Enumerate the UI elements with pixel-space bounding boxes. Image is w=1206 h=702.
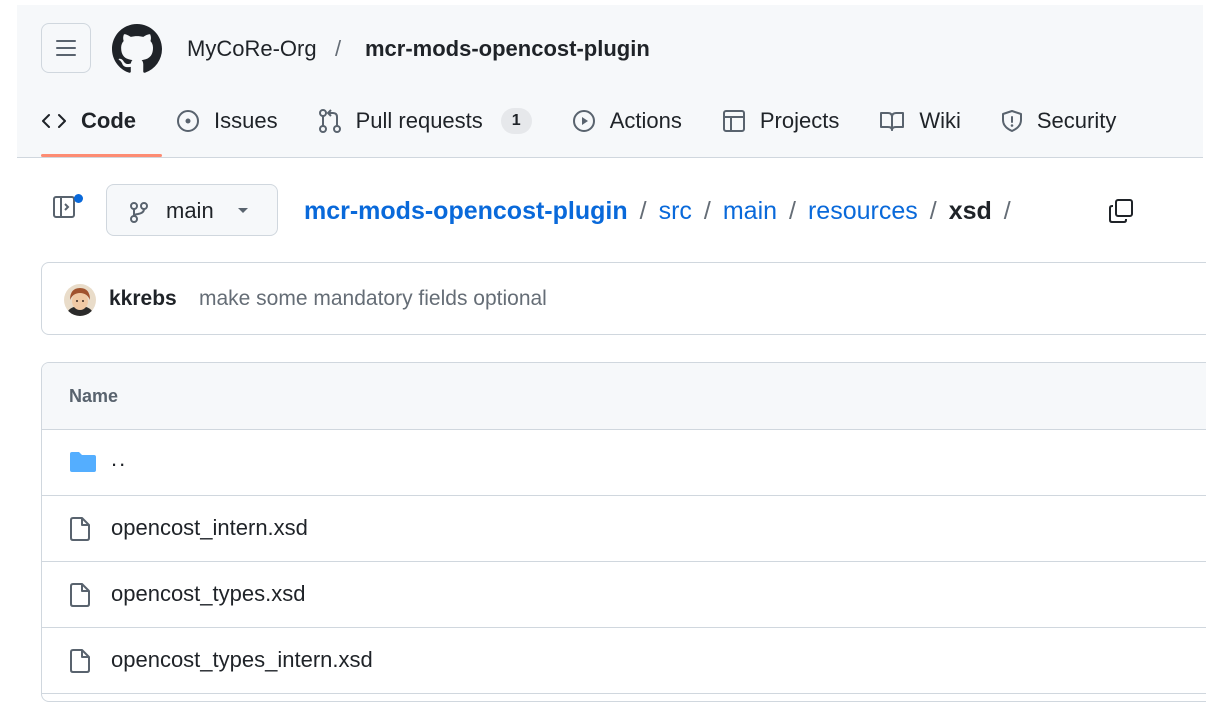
tab-actions-label: Actions: [609, 108, 682, 133]
file-name-link[interactable]: opencost_types.xsd: [111, 581, 305, 607]
table-row[interactable]: opencost_types_intern.xsd: [42, 628, 1206, 694]
code-icon: [42, 114, 66, 128]
path-separator: /: [703, 197, 711, 225]
tab-code[interactable]: Code: [41, 108, 136, 134]
tab-security[interactable]: Security: [1001, 108, 1116, 134]
tab-pull-requests-label: Pull requests: [355, 108, 483, 133]
path-segment-src[interactable]: src: [659, 197, 692, 225]
branch-selector-button[interactable]: main: [106, 184, 278, 236]
shield-icon: [1001, 110, 1022, 132]
repo-header: MyCoRe-Org / mcr-mods-opencost-plugin Co…: [17, 5, 1203, 158]
tab-actions[interactable]: Actions: [572, 108, 682, 134]
github-logo-icon[interactable]: [112, 24, 162, 74]
file-table: Name .. opencost_intern.xsd opencost_typ…: [41, 362, 1206, 702]
tab-projects-label: Projects: [759, 108, 840, 133]
file-icon: [70, 517, 90, 541]
parent-directory-link[interactable]: ..: [111, 446, 127, 472]
sidebar-toggle-button[interactable]: [53, 196, 75, 218]
sidebar-expand-icon: [53, 196, 75, 218]
table-header: Name: [42, 363, 1206, 430]
hamburger-icon: [56, 40, 76, 56]
book-icon: [880, 112, 905, 131]
pull-requests-counter: 1: [500, 108, 532, 134]
git-pull-request-icon: [318, 109, 341, 133]
file-path-breadcrumb: mcr-mods-opencost-plugin / src / main / resour…: [304, 197, 1023, 226]
tab-wiki-label: Wiki: [919, 108, 961, 133]
breadcrumb-separator: /: [335, 36, 342, 61]
tab-issues-label: Issues: [214, 108, 278, 133]
tab-security-label: Security: [1036, 108, 1117, 133]
table-row[interactable]: opencost_types.xsd: [42, 562, 1206, 628]
path-separator: /: [639, 197, 647, 225]
path-segment-main[interactable]: main: [723, 197, 777, 225]
path-segment-repo[interactable]: mcr-mods-opencost-plugin: [304, 197, 628, 225]
path-separator: /: [1003, 197, 1011, 225]
tab-issues[interactable]: Issues: [176, 108, 278, 134]
file-icon: [70, 583, 90, 607]
caret-down-icon: [238, 208, 248, 213]
notification-dot: [74, 194, 83, 203]
table-row-parent-directory[interactable]: ..: [42, 430, 1206, 496]
menu-button[interactable]: [41, 23, 91, 73]
file-name-link[interactable]: opencost_types_intern.xsd: [111, 647, 373, 673]
path-separator: /: [789, 197, 796, 225]
path-separator: /: [929, 197, 937, 225]
issue-opened-icon: [177, 110, 199, 132]
tab-code-label: Code: [81, 108, 136, 133]
tab-pull-requests[interactable]: Pull requests 1: [318, 108, 532, 134]
file-icon: [70, 649, 90, 673]
git-branch-icon: [130, 202, 148, 223]
table-icon: [722, 110, 745, 132]
copy-path-button[interactable]: [1108, 198, 1134, 224]
commit-author[interactable]: kkrebs: [109, 287, 177, 311]
tab-wiki[interactable]: Wiki: [879, 108, 961, 134]
active-tab-indicator: [41, 154, 162, 157]
table-row[interactable]: opencost_intern.xsd: [42, 496, 1206, 562]
breadcrumb-repo[interactable]: mcr-mods-opencost-plugin: [365, 36, 650, 62]
folder-icon: [70, 452, 96, 472]
column-header-name: Name: [69, 386, 119, 406]
play-icon: [572, 110, 595, 132]
path-segment-resources[interactable]: resources: [808, 197, 918, 225]
branch-name: main: [166, 198, 214, 223]
path-segment-current: xsd: [948, 197, 992, 225]
repo-tabs: Code Issues Pull requests 1 Actions Proj…: [41, 101, 1156, 141]
avatar[interactable]: [64, 284, 96, 316]
file-name-link[interactable]: opencost_intern.xsd: [111, 515, 308, 541]
tab-projects[interactable]: Projects: [722, 108, 839, 134]
latest-commit-box: kkrebs make some mandatory fields option…: [41, 262, 1206, 335]
commit-message[interactable]: make some mandatory fields optional: [199, 287, 547, 311]
breadcrumb-owner[interactable]: MyCoRe-Org: [187, 36, 317, 62]
copy-icon: [1109, 199, 1133, 223]
